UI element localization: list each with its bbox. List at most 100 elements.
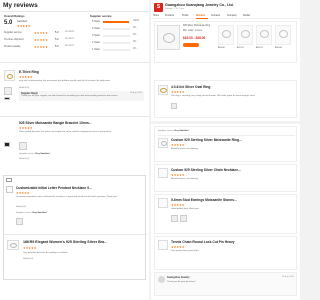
meta-value: Very Satisfied [32,212,47,214]
product-thumbnail[interactable] [7,240,19,250]
review-text: Great quality bracelet, the stones are b… [19,131,112,133]
review-stars: ★★★★★ [171,203,185,207]
review-title[interactable]: Tennis Chain Round Lock Cut Pin Heavy [171,240,235,244]
ring-icon [222,30,231,38]
product-card[interactable] [275,25,291,45]
tab-reviews[interactable]: Reviews [196,15,205,17]
distribution-bar [103,20,130,23]
supplier-reply: Guangzhou Jewelry 10 Aug 2024 Thank you … [154,272,297,296]
review-image[interactable] [19,142,27,150]
review-stars: ★★★★★ [171,143,185,147]
product-card[interactable] [256,25,272,45]
helpful-button[interactable]: Helpful (0) [19,158,29,160]
tab-similar[interactable]: Similar [243,15,250,17]
review-title[interactable]: 4.0-6.0ct Silver Oval Ring [171,85,210,89]
review-item: Tennis Chain Round Lock Cut Pin Heavy ★★… [154,236,297,270]
review-item: 925 Silver Moissanite Bangle Bracelet 13… [0,118,149,173]
review-title[interactable]: 925 Silver Moissanite Bangle Bracelet 13… [19,121,91,125]
helpful-button[interactable]: Helpful (0) [16,206,26,208]
review-meta: Supplier service Very Satisfied [158,130,189,132]
distribution-row[interactable]: 5 Stars 100% [92,20,148,24]
company-name[interactable]: Guangzhou Xuanqiang Jewelry Co., Ltd. [165,3,234,7]
review-text: Good quality item, thank you [171,208,199,210]
product-card[interactable] [218,25,234,45]
review-image[interactable] [4,97,10,100]
reply-text: Thank you for your purchase! [167,281,196,283]
review-meta: Supplier service Very Satisfied [19,153,50,155]
supplier-service-rating: Excellent [65,31,75,33]
distribution-row[interactable]: 1 Stars 0% [92,48,148,52]
meta-label: Supplier service [19,153,35,155]
contact-supplier-button[interactable] [183,43,199,47]
review-stars: ★★★★★ [19,75,33,79]
meta-label: Supplier service [16,212,32,214]
review-item: 4.0-6.0ct Silver Oval Ring ★★★★★ The rin… [154,80,297,118]
helpful-button[interactable]: Helpful (0) [19,87,29,89]
review-item: Custom 925 Sterling Silver Chain Necklac… [154,164,297,192]
tab-contacts[interactable]: Contacts [211,15,220,17]
product-quality-label: Product quality [4,45,21,48]
review-title[interactable]: 5-6mm Stud Earrings Moissanite Stones... [171,198,237,202]
review-image[interactable] [4,142,10,147]
helpful-button[interactable]: Helpful (0) [23,258,33,260]
distribution-label: 3 Stars [92,34,100,37]
review-item: Supplier service Very Satisfied Custom 9… [154,126,297,162]
store-tabs: Home Products Profile Reviews Contacts C… [151,14,300,19]
distribution-row[interactable]: 3 Stars 0% [92,34,148,38]
product-thumbnail[interactable] [158,85,168,95]
review-text: very nice craftsmanship, the moissanite … [19,80,111,82]
tab-home[interactable]: Home [153,15,159,17]
product-min-order: Min. order: 1 piece [183,30,203,32]
product-thumbnail[interactable] [4,70,15,81]
review-stars: ★★★★★ [19,126,33,130]
section-gap [151,121,300,124]
divider [0,62,149,63]
review-text: Very pretty chain, good price [171,250,199,252]
distribution-label: 5 Stars [92,20,100,23]
overall-stars: ★★★★★ [17,24,31,28]
review-image[interactable] [180,215,187,222]
product-thumbnail[interactable] [158,138,168,148]
mail-icon [6,178,12,182]
company-logo[interactable]: S [154,3,163,12]
product-thumbnail[interactable] [158,198,168,208]
distribution-row[interactable]: 2 Stars 0% [92,41,148,45]
product-thumbnail[interactable] [6,186,13,193]
tab-company[interactable]: Company [227,15,237,17]
distribution-label: 1 Stars [92,48,100,51]
distribution-count: 0% [133,48,137,50]
distribution-row[interactable]: 4 Stars 0% [92,27,148,31]
on-time-shipment-stars: ★★★★★ [34,37,48,42]
review-image[interactable] [4,87,12,95]
bracelet-icon [10,243,17,248]
tab-profile[interactable]: Profile [182,15,189,17]
product-name[interactable]: 925 Silver Moissanite Ring [183,25,210,27]
review-stars: ★★★★★ [23,246,37,250]
product-image[interactable] [157,25,180,50]
product-card[interactable] [237,25,253,45]
review-title[interactable]: Custom 925 Sterling Silver Moissanite Ri… [171,138,242,142]
active-tab-indicator [196,18,208,19]
review-title[interactable]: Custom 925 Sterling Silver Chain Necklac… [171,168,241,172]
distribution-count: 0% [133,41,137,43]
review-item: E-Third Ring ★★★★★ very nice craftsmansh… [0,66,149,114]
product-thumbnail[interactable] [158,240,168,250]
divider [4,234,147,235]
meta-value: Very Satisfied [174,130,189,132]
reply-date: 10 Aug 2024 [281,276,294,278]
meta-label: Supplier service [158,130,174,132]
tab-products[interactable]: Products [165,15,174,17]
review-image[interactable] [171,103,177,109]
overall-ratings-title: Overall Ratings [4,14,25,18]
product-quality-stars: ★★★★★ [34,44,48,49]
review-title[interactable]: 18KR9 Elegant Women's 925 Sterling Silve… [23,240,107,244]
review-image[interactable] [171,215,178,222]
review-stars: ★★★★★ [171,173,185,177]
review-image[interactable] [16,218,23,225]
product-thumbnail[interactable] [158,168,168,178]
divider [158,135,295,136]
review-title[interactable]: E-Third Ring [19,70,39,74]
ring-icon [161,141,167,146]
review-title[interactable]: Customizable Initial Letter Pendant Neck… [16,186,92,190]
review-text: Customized pendant came out beautiful, e… [16,196,118,198]
